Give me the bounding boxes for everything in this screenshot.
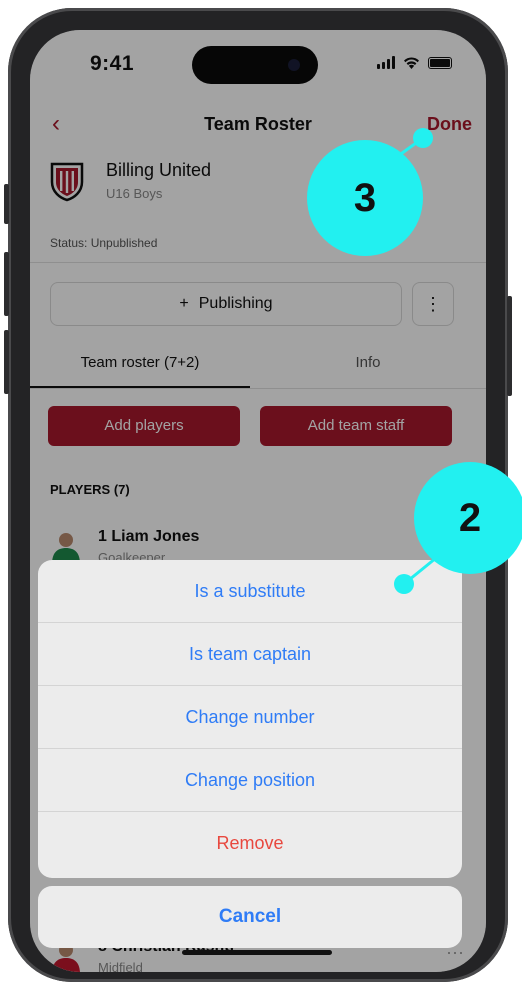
- action-button: [4, 184, 9, 224]
- cancel-button[interactable]: Cancel: [38, 886, 462, 948]
- is-team-captain-option[interactable]: Is team captain: [38, 623, 462, 686]
- callout-3-badge: 3: [307, 140, 423, 256]
- power-button: [507, 296, 512, 396]
- remove-option[interactable]: Remove: [38, 812, 462, 875]
- action-sheet: Is a substitute Is team captain Change n…: [38, 560, 462, 878]
- change-number-option[interactable]: Change number: [38, 686, 462, 749]
- callout-2-dot: [394, 574, 414, 594]
- callout-3-dot: [413, 128, 433, 148]
- callout-2-badge: 2: [414, 462, 522, 574]
- change-position-option[interactable]: Change position: [38, 749, 462, 812]
- volume-down-button: [4, 330, 9, 394]
- home-indicator: [182, 950, 332, 955]
- volume-up-button: [4, 252, 9, 316]
